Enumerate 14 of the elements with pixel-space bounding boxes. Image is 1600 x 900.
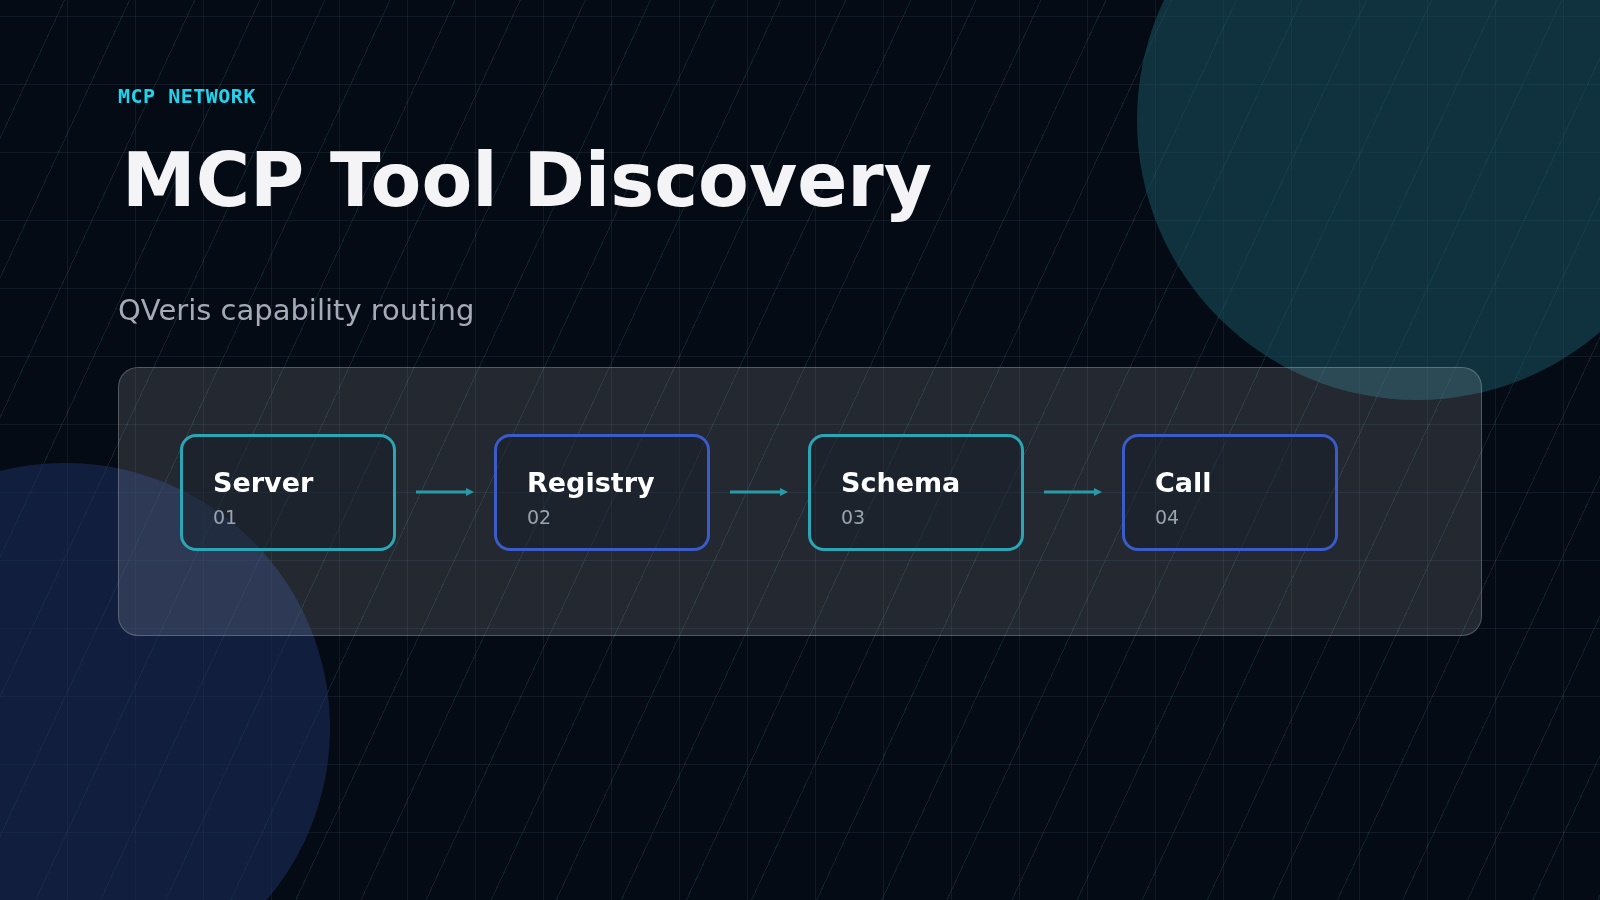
node-label: Schema [841,466,962,499]
slide-title: MCP Tool Discovery [122,136,933,225]
node-label: Call [1155,466,1213,499]
node-label: Server [213,466,315,499]
flow-arrow [730,488,788,496]
node-number: 02 [527,505,553,528]
flow-arrow [1044,488,1102,496]
slide-subtitle: QVeris capability routing [118,292,475,327]
node-number: 01 [213,505,239,528]
flow-arrow [416,488,474,496]
kicker-label: MCP NETWORK [118,84,256,108]
node-number: 03 [841,505,867,528]
node-label: Registry [527,466,656,499]
node-number: 04 [1155,505,1181,528]
